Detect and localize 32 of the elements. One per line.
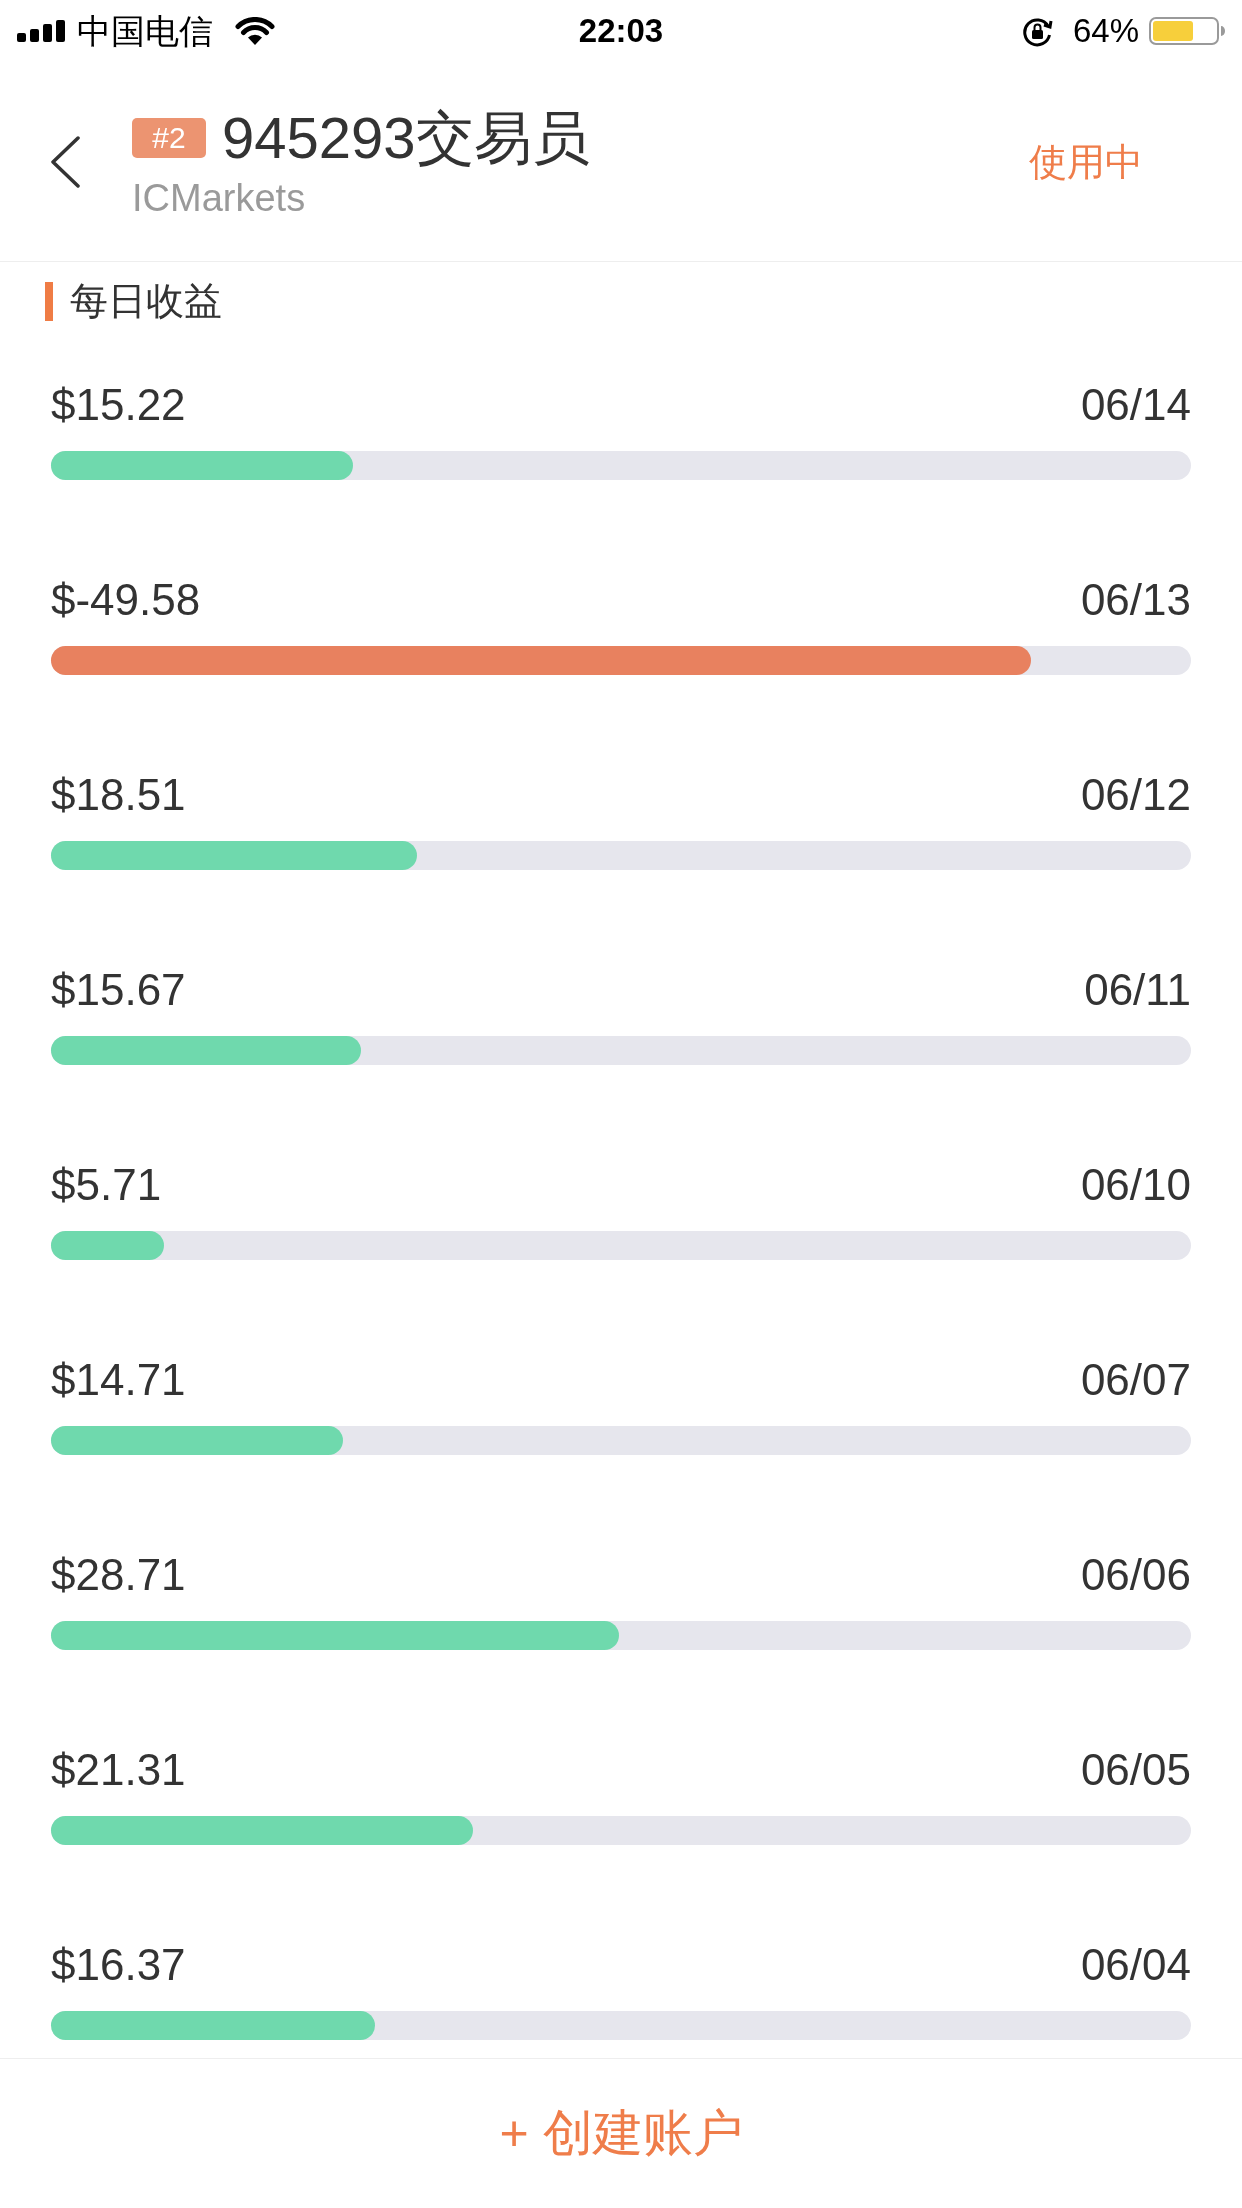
broker-name: ICMarkets xyxy=(132,176,307,220)
battery-percent: 64% xyxy=(1072,11,1139,51)
date-label: 06/05 xyxy=(1080,1744,1191,1796)
date-label: 06/04 xyxy=(1080,1939,1191,1991)
section-title: 每日收益 xyxy=(70,282,222,321)
status-label: 使用中 xyxy=(1029,139,1143,184)
profit-amount: $-49.58 xyxy=(51,574,201,626)
profit-amount: $14.71 xyxy=(51,1354,186,1406)
carrier-label: 中国电信 xyxy=(77,11,213,51)
account-title: 945293交易员 xyxy=(222,106,590,170)
back-chevron-icon[interactable] xyxy=(50,135,80,188)
accent-bar-icon xyxy=(45,282,53,321)
date-label: 06/10 xyxy=(1080,1159,1191,1211)
date-label: 06/13 xyxy=(1080,574,1191,626)
profit-amount: $5.71 xyxy=(51,1159,162,1211)
battery-icon xyxy=(1149,17,1225,45)
profit-amount: $18.51 xyxy=(51,769,186,821)
date-label: 06/06 xyxy=(1080,1549,1191,1601)
rotation-lock-icon xyxy=(1021,15,1053,47)
date-label: 06/12 xyxy=(1080,769,1191,821)
profit-amount: $15.67 xyxy=(51,964,186,1016)
profit-amount: $28.71 xyxy=(51,1549,186,1601)
date-label: 06/11 xyxy=(1084,964,1191,1016)
signal-icon xyxy=(17,20,66,42)
rank-badge: #2 xyxy=(132,118,206,158)
profit-amount: $21.31 xyxy=(51,1744,186,1796)
wifi-icon xyxy=(235,16,275,46)
profit-amount: $15.22 xyxy=(51,379,186,431)
date-label: 06/14 xyxy=(1080,379,1191,431)
profit-amount: $16.37 xyxy=(51,1939,186,1991)
status-time: 22:03 xyxy=(578,11,664,51)
date-label: 06/07 xyxy=(1080,1354,1191,1406)
